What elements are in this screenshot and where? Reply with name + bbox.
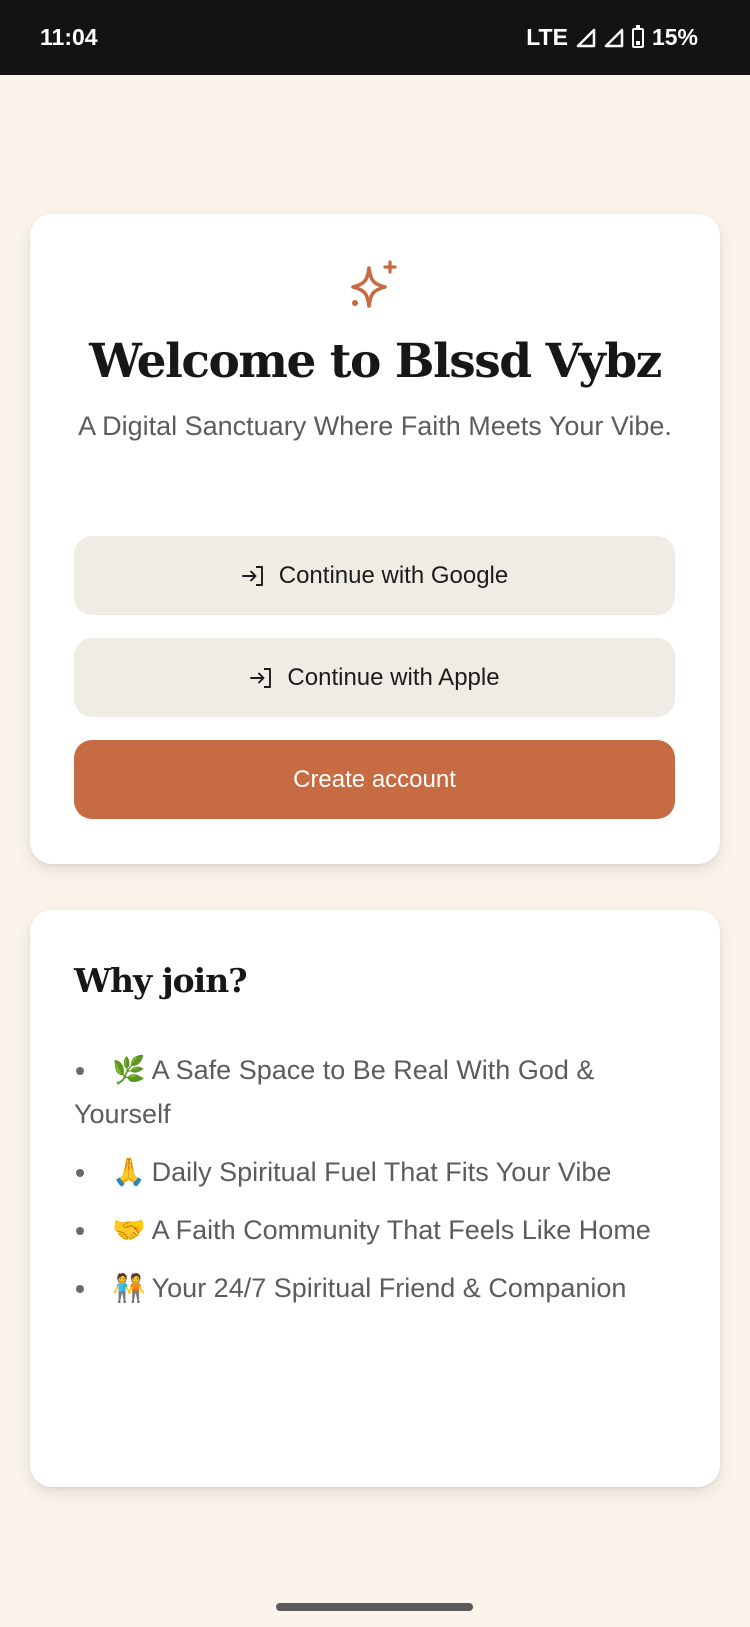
list-item: 🙏 Daily Spiritual Fuel That Fits Your Vib… [74, 1150, 674, 1194]
leaf-emoji-icon: 🌿 [112, 1055, 146, 1085]
benefit-list: 🌿 A Safe Space to Be Real With God & Your… [74, 1048, 674, 1324]
why-join-title: Why join? [74, 961, 248, 1000]
benefit-text: Daily Spiritual Fuel That Fits Your Vibe [151, 1157, 612, 1187]
create-account-button[interactable]: Create account [74, 740, 675, 819]
google-button-label: Continue with Google [278, 561, 509, 589]
list-item: 🧑‍🤝‍🧑 Your 24/7 Spiritual Friend & Compan… [74, 1266, 674, 1310]
network-label: LTE [526, 24, 568, 50]
apple-button-label: Continue with Apple [287, 663, 500, 691]
sparkle-icon [351, 260, 397, 308]
battery-percent: 15% [651, 24, 698, 50]
praying-hands-emoji-icon: 🙏 [112, 1157, 146, 1187]
battery-icon [631, 24, 644, 48]
status-bar: 11:04 LTE 15% [0, 0, 750, 75]
status-icons: LTE 15% [526, 24, 698, 51]
continue-with-apple-button[interactable]: Continue with Apple [74, 638, 675, 717]
login-icon [250, 667, 272, 688]
benefit-text: A Safe Space to Be Real With God & Yours… [74, 1055, 595, 1129]
page-title: Welcome to Blssd Vybz [89, 334, 662, 389]
benefit-text: Your 24/7 Spiritual Friend & Companion [151, 1273, 627, 1303]
signal-icon [604, 28, 624, 47]
signal-icon [576, 28, 596, 47]
status-time: 11:04 [40, 24, 98, 50]
handshake-emoji-icon: 🤝 [112, 1215, 146, 1245]
list-item: 🌿 A Safe Space to Be Real With God & Your… [74, 1048, 674, 1136]
list-item: 🤝 A Faith Community That Feels Like Home [74, 1208, 674, 1252]
create-account-label: Create account [293, 765, 456, 793]
login-icon [241, 565, 263, 586]
tagline: A Digital Sanctuary Where Faith Meets Yo… [78, 411, 672, 441]
benefit-text: A Faith Community That Feels Like Home [151, 1215, 651, 1245]
people-holding-hands-emoji-icon: 🧑‍🤝‍🧑 [112, 1273, 146, 1303]
continue-with-google-button[interactable]: Continue with Google [74, 536, 675, 615]
home-indicator[interactable] [276, 1603, 473, 1611]
